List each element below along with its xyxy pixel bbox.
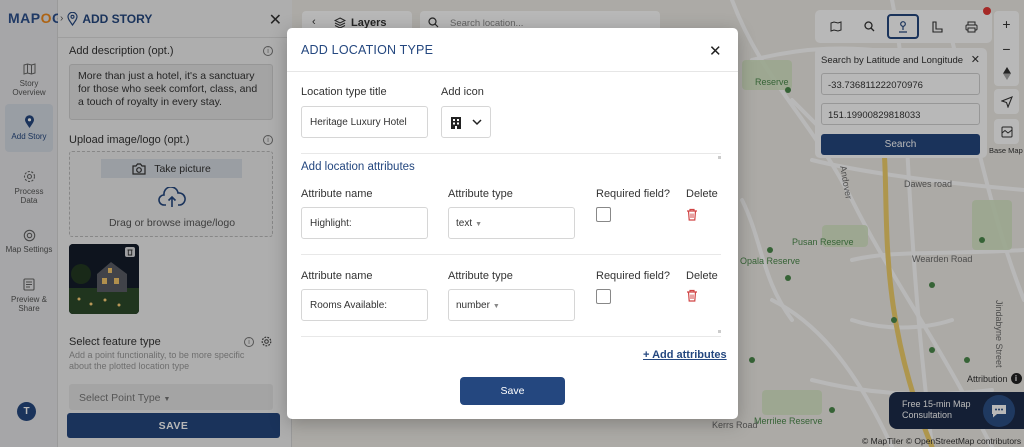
delete-label: Delete [686, 188, 718, 200]
attribute-type-select[interactable]: number ▼ [448, 289, 575, 321]
required-checkbox[interactable] [596, 207, 611, 222]
attribute-type-select[interactable]: text ▼ [448, 207, 575, 239]
add-location-type-modal: ADD LOCATION TYPE ✕ Location type title … [287, 28, 738, 419]
add-icon-label: Add icon [441, 86, 484, 98]
trash-icon[interactable] [686, 289, 698, 302]
required-field-label: Required field? [596, 270, 670, 282]
modal-title: ADD LOCATION TYPE [301, 43, 434, 57]
attribute-name-input[interactable]: Rooms Available: [301, 289, 428, 321]
trash-icon[interactable] [686, 208, 698, 221]
add-attributes-link[interactable]: + Add attributes [643, 349, 727, 361]
attribute-type-label: Attribute type [448, 188, 513, 200]
divider [301, 153, 721, 154]
delete-label: Delete [686, 270, 718, 282]
icon-picker[interactable] [441, 106, 491, 138]
attributes-section-title: Add location attributes [301, 161, 415, 173]
required-checkbox[interactable] [596, 289, 611, 304]
scroll-indicator [718, 156, 721, 159]
close-icon[interactable]: ✕ [709, 42, 722, 60]
required-field-label: Required field? [596, 188, 670, 200]
building-icon [451, 116, 461, 129]
attribute-name-input[interactable]: Highlight: [301, 207, 428, 239]
divider [301, 336, 721, 337]
attribute-name-label: Attribute name [301, 188, 373, 200]
scroll-indicator [718, 330, 721, 333]
type-title-input[interactable]: Heritage Luxury Hotel [301, 106, 428, 138]
divider [287, 71, 738, 72]
attribute-type-label: Attribute type [448, 270, 513, 282]
type-title-label: Location type title [301, 86, 387, 98]
divider [301, 254, 721, 255]
modal-save-button[interactable]: Save [460, 377, 565, 405]
chevron-down-icon [472, 118, 482, 125]
attribute-name-label: Attribute name [301, 270, 373, 282]
